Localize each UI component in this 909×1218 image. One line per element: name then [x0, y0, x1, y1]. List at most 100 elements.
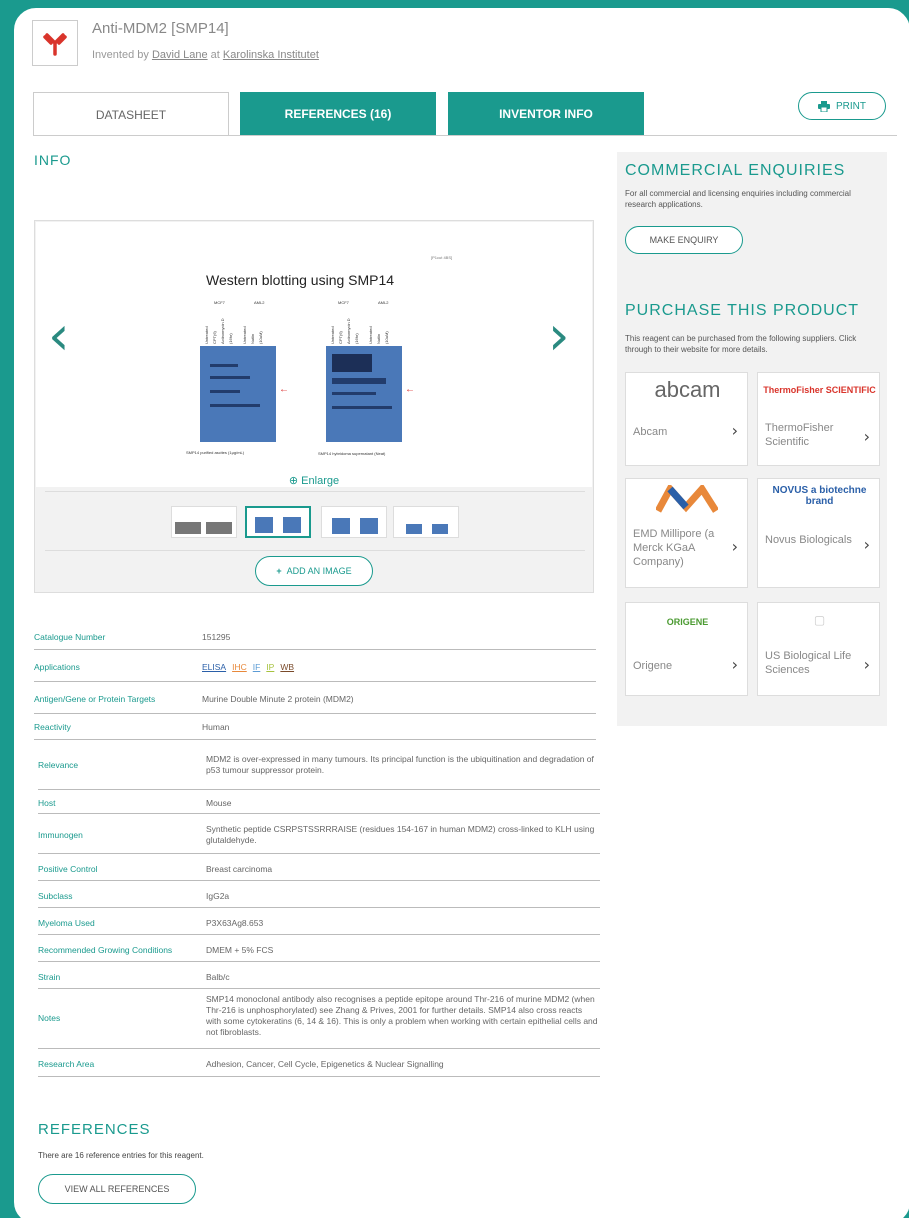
- gallery-main-image[interactable]: ‹ › [P1cut 4BS] Western blotting using S…: [36, 222, 592, 487]
- view-all-references-button[interactable]: VIEW ALL REFERENCES: [38, 1174, 196, 1204]
- invented-prefix: Invented by: [92, 49, 149, 61]
- app-ip[interactable]: IP: [266, 662, 274, 672]
- inventor-link[interactable]: David Lane: [152, 49, 208, 61]
- row-key: Catalogue Number: [34, 632, 106, 642]
- row-key: Myeloma Used: [38, 918, 95, 928]
- row-key: Strain: [38, 972, 61, 982]
- abcam-logo: abcam: [654, 377, 721, 402]
- supplier-origene[interactable]: ORIGENE Origene ›: [625, 602, 748, 696]
- lane-label: CPT(6): [212, 331, 217, 344]
- row-value: P3X63Ag8.653: [206, 918, 264, 928]
- lane-label: Nutlin: [250, 333, 255, 344]
- thumbnail[interactable]: [171, 506, 237, 538]
- tab-divider: [33, 135, 897, 136]
- supplier-name: Abcam: [633, 426, 668, 438]
- thumbnail[interactable]: [321, 506, 387, 538]
- table-row: Myeloma Used P3X63Ag8.653: [38, 908, 600, 935]
- lane-label: Actinomycin D: [346, 318, 351, 344]
- zoom-icon: ⊕: [288, 475, 299, 487]
- table-row: Strain Balb/c: [38, 962, 600, 989]
- chevron-right-icon: ›: [863, 535, 870, 554]
- row-key: Research Area: [38, 1059, 95, 1069]
- purchase-heading: PURCHASE THIS PRODUCT: [625, 302, 860, 319]
- supplier-novus[interactable]: NOVUS a biotechne brand Novus Biological…: [757, 478, 880, 588]
- lane-label: (10uM): [258, 331, 263, 344]
- commercial-heading: COMMERCIAL ENQUIRIES: [625, 162, 846, 179]
- row-value: Mouse: [206, 798, 232, 808]
- commercial-text: For all commercial and licensing enquiri…: [625, 189, 851, 209]
- row-value: Balb/c: [206, 972, 230, 982]
- thermofisher-logo: ThermoFisher SCIENTIFIC: [763, 385, 876, 395]
- references-text: There are 16 reference entries for this …: [38, 1151, 204, 1160]
- thumbnail-selected[interactable]: [245, 506, 311, 538]
- thumbnail[interactable]: [393, 506, 459, 538]
- references-heading: REFERENCES: [38, 1121, 151, 1138]
- lane-label: Untreated: [368, 326, 373, 344]
- row-key: Reactivity: [34, 722, 71, 732]
- enlarge-link[interactable]: ⊕ Enlarge: [36, 474, 592, 487]
- origene-logo: ORIGENE: [666, 617, 709, 627]
- print-label: PRINT: [836, 100, 866, 112]
- image-small-label: [P1cut 4BS]: [431, 255, 453, 260]
- row-value: MDM2 is over-expressed in many tumours. …: [206, 754, 594, 775]
- row-key: Subclass: [38, 891, 73, 901]
- supplier-name: Origene: [633, 660, 673, 672]
- lane-label: Nutlin: [376, 333, 381, 344]
- row-value: Adhesion, Cancer, Cell Cycle, Epigenetic…: [206, 1059, 444, 1069]
- supplier-name: US Biological Life Sciences: [765, 650, 852, 676]
- tab-inventor-info[interactable]: INVENTOR INFO: [448, 92, 644, 136]
- supplier-us-biological[interactable]: ▢ US Biological Life Sciences ›: [757, 602, 880, 696]
- institute-link[interactable]: Karolinska Institutet: [223, 49, 319, 61]
- tab-references[interactable]: REFERENCES (16): [240, 92, 436, 136]
- app-elisa[interactable]: ELISA: [202, 662, 226, 672]
- chevron-right-icon: ›: [731, 421, 738, 440]
- row-key: Notes: [38, 1013, 61, 1023]
- image-placeholder-icon: ▢: [813, 613, 826, 627]
- next-arrow-icon[interactable]: ›: [548, 304, 570, 367]
- table-row: Research Area Adhesion, Cancer, Cell Cyc…: [38, 1049, 600, 1077]
- lane-label: Untreated: [330, 326, 335, 344]
- supplier-thermofisher[interactable]: ThermoFisher SCIENTIFIC ThermoFisher Sci…: [757, 372, 880, 466]
- enlarge-label: Enlarge: [301, 475, 340, 487]
- app-wb[interactable]: WB: [280, 662, 294, 672]
- supplier-emd-millipore[interactable]: EMD Millipore (a Merck KGaA Company) ›: [625, 478, 748, 588]
- print-button[interactable]: PRINT: [798, 92, 886, 120]
- supplier-name: EMD Millipore (a Merck KGaA Company): [633, 528, 715, 568]
- inventor-line: Invented by David Lane at Karolinska Ins…: [92, 49, 319, 61]
- blot-image-right: [326, 346, 402, 442]
- lane-label: Actinomycin D: [220, 318, 225, 344]
- row-key: Applications: [34, 662, 80, 672]
- add-image-button[interactable]: + ADD AN IMAGE: [255, 556, 373, 586]
- printer-icon: [818, 100, 830, 112]
- group-label-b: AML2: [254, 300, 265, 305]
- prev-arrow-icon[interactable]: ‹: [48, 304, 70, 367]
- page-title: Anti-MDM2 [SMP14]: [92, 20, 229, 37]
- red-arrow-icon: ←: [279, 384, 289, 395]
- row-value: 151295: [202, 632, 231, 642]
- sidebar: COMMERCIAL ENQUIRIES For all commercial …: [617, 152, 887, 726]
- lane-label: CPT(6): [338, 331, 343, 344]
- image-gallery: ‹ › [P1cut 4BS] Western blotting using S…: [34, 220, 594, 593]
- datasheet-card: Anti-MDM2 [SMP14] Invented by David Lane…: [12, 6, 909, 1218]
- group-label-a-right: MCF7: [338, 300, 349, 305]
- blot-image-left: [200, 346, 276, 442]
- blot-caption-right: SMP14 hybridoma supernatant (Neat): [318, 451, 386, 456]
- row-key: Relevance: [38, 760, 79, 770]
- table-row: Notes SMP14 monoclonal antibody also rec…: [38, 989, 600, 1049]
- purchase-text: This reagent can be purchased from the f…: [625, 334, 857, 354]
- table-row: Reactivity Human: [34, 714, 596, 740]
- make-enquiry-button[interactable]: MAKE ENQUIRY: [625, 226, 743, 254]
- row-value: Murine Double Minute 2 protein (MDM2): [202, 694, 354, 704]
- info-heading: INFO: [34, 152, 72, 168]
- table-row: Applications ELISA IHC IF IP WB: [34, 650, 596, 682]
- app-ihc[interactable]: IHC: [232, 662, 247, 672]
- tab-datasheet[interactable]: DATASHEET: [33, 92, 229, 136]
- lane-label: (16hr): [354, 333, 359, 344]
- supplier-abcam[interactable]: abcam Abcam ›: [625, 372, 748, 466]
- row-value: Human: [202, 722, 230, 732]
- thumbnail-strip: [45, 491, 585, 551]
- table-row: Antigen/Gene or Protein Targets Murine D…: [34, 682, 596, 714]
- blot-caption-left: SMP14 purified ascites (1μg/mL): [186, 450, 245, 455]
- app-if[interactable]: IF: [253, 662, 261, 672]
- row-key: Host: [38, 798, 56, 808]
